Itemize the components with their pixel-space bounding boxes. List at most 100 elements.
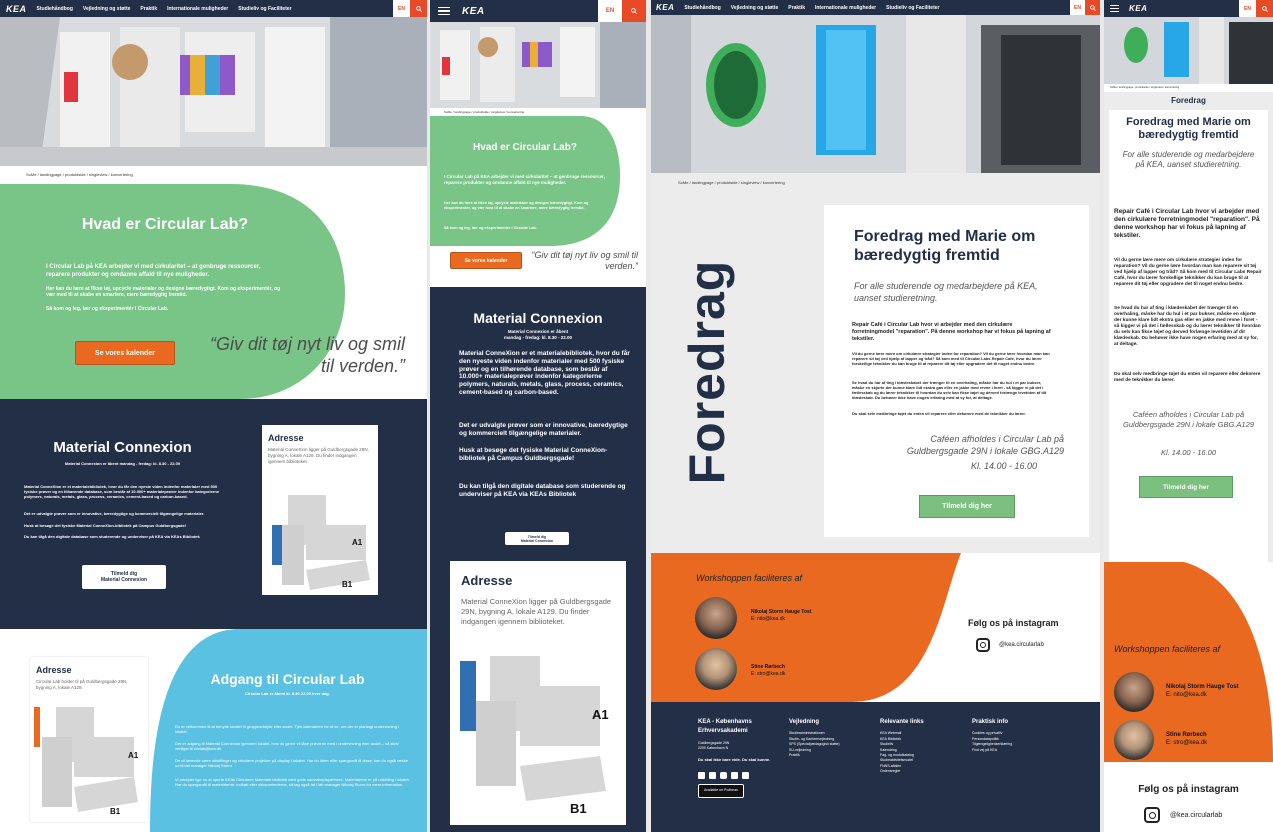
- person-email-nikolaj[interactable]: E: nito@kea.dk: [751, 616, 785, 622]
- nav-praktik-2[interactable]: Praktik: [788, 5, 805, 11]
- nav-internationale-2[interactable]: Internationale muligheder: [815, 5, 876, 11]
- person-email-stine[interactable]: E: stro@kea.dk: [751, 671, 785, 677]
- linkedin-icon[interactable]: [709, 771, 716, 779]
- kea-logo[interactable]: KEA: [6, 4, 27, 14]
- nav-studiehaandbog-2[interactable]: Studiehåndbog: [684, 5, 720, 11]
- kea-logo-foredrag-mobile[interactable]: KEA: [1129, 4, 1147, 13]
- adgang-section: Adresse Circular Lab holder til på Guldb…: [0, 629, 427, 832]
- instagram-icon[interactable]: [976, 638, 990, 652]
- language-toggle-foredrag[interactable]: EN: [1070, 0, 1085, 15]
- person-photo-nikolaj: [695, 597, 737, 639]
- workshop-heading: Workshoppen faciliteres af: [696, 573, 803, 583]
- twitter-icon[interactable]: [731, 771, 738, 779]
- breadcrumb-mobile[interactable]: SoMe / landingpage / produktside / singl…: [444, 110, 524, 114]
- kea-logo-foredrag[interactable]: KEA: [656, 3, 674, 12]
- person-email-stine-mobile[interactable]: E: stro@kea.dk: [1166, 740, 1207, 746]
- foredrag-title: Foredrag med Marie om bæredygtig fremtid: [854, 228, 1036, 265]
- adresse-cl-text: Circular Lab holder til på Guldbergsgade…: [36, 679, 128, 690]
- foredrag-subtitle-mobile: For alle studerende og medarbejdere på K…: [1122, 150, 1255, 170]
- nav-praktik[interactable]: Praktik: [140, 6, 157, 12]
- workshop-section: Workshoppen faciliteres af Nikolaj Storm…: [651, 553, 1100, 702]
- foredrag-section: SoMe / landingpage / produktside / singl…: [651, 173, 1100, 553]
- search-button-foredrag[interactable]: [1085, 0, 1100, 15]
- search-button-foredrag-mobile[interactable]: [1256, 0, 1273, 17]
- youtube-icon[interactable]: [742, 771, 749, 779]
- footer-org: KEA - Københavns Erhvervsakademi Guldber…: [698, 718, 778, 798]
- circular-p1-mobile: I Circular Lab på KEA arbejder vi med ci…: [444, 174, 605, 185]
- circular-p3-mobile: Så kom og leg, lær og eksperimentér i Ci…: [444, 226, 537, 230]
- footer-col-vejledning: Vejledning Studieadministrationen Studie…: [789, 718, 869, 758]
- circular-title-mobile: Hvad er Circular Lab?: [473, 142, 577, 153]
- svg-text:A1: A1: [352, 538, 363, 547]
- foredrag-p3-mobile: Du skal selv medbringe tøjet du enten vi…: [1114, 372, 1261, 383]
- instagram-handle-mobile[interactable]: @kea.circularlab: [1170, 812, 1222, 819]
- circular-quote: “Giv dit tøj nyt liv og smil til verden.…: [209, 334, 405, 376]
- nav-studieliv-2[interactable]: Studieliv og Faciliteter: [886, 5, 939, 11]
- foredrag-title-mobile: Foredrag med Marie om bæredygtig fremtid: [1126, 116, 1251, 142]
- signup-button[interactable]: Tilmeld dig her: [919, 495, 1015, 518]
- nav-vejledning[interactable]: Vejledning og støtte: [83, 6, 131, 12]
- hero-image: [0, 17, 427, 166]
- adgang-p3: De vil løbende være udstillinger og cirk…: [175, 758, 408, 768]
- signup-button-mobile[interactable]: Tilmeld dig her: [1139, 476, 1233, 498]
- facebook-icon[interactable]: [698, 771, 705, 779]
- breadcrumb-foredrag-mobile[interactable]: SoMe / landingpage / produktside / singl…: [1110, 86, 1179, 89]
- breadcrumb-foredrag[interactable]: SoMe / landingpage / produktside / singl…: [678, 180, 785, 185]
- foredrag-p1: Vil du gerne lære mere om cirkulære stra…: [852, 351, 1050, 366]
- circular-section: Hvad er Circular Lab? I Circular Lab på …: [0, 184, 427, 399]
- breadcrumb[interactable]: SoMe / landingpage / produktside / singl…: [26, 172, 133, 177]
- person-email-nikolaj-mobile[interactable]: E: nito@kea.dk: [1166, 692, 1207, 698]
- material-samples-photo: [0, 17, 427, 166]
- footer-link[interactable]: Ordensregler: [880, 769, 960, 774]
- instagram-handle[interactable]: @kea.circularlab: [999, 642, 1044, 648]
- hamburger-icon[interactable]: [438, 5, 450, 18]
- adresse-card: Adresse Material ConneXion ligger på Gul…: [262, 425, 378, 595]
- nav-studieliv[interactable]: Studieliv og Faciliteter: [238, 6, 291, 12]
- connexion-signup-button-mobile[interactable]: Tilmeld dig Material Connexion: [505, 532, 569, 545]
- language-toggle[interactable]: EN: [393, 0, 410, 17]
- nav-studiehaandbog[interactable]: Studiehåndbog: [37, 6, 73, 12]
- connexion-p3: Husk at besøge det fysiske Material Conn…: [24, 523, 187, 528]
- see-calendar-button-mobile[interactable]: Se vores kalender: [450, 252, 522, 269]
- person-name-nikolaj-mobile: Nikolaj Storm Hauge Tost: [1166, 684, 1239, 690]
- circular-p2-mobile: Her kan du lære at fikse tøj, upcycle ma…: [444, 201, 589, 210]
- connexion-signup-line2-mobile: Material Connexion: [520, 538, 554, 543]
- connexion-title-mobile: Material Connexion: [473, 310, 603, 326]
- svg-text:B1: B1: [342, 580, 353, 589]
- foredrag-p3: Du skal selv medbringe tøjet du enten vi…: [852, 411, 1026, 416]
- nav-internationale[interactable]: Internationale muligheder: [167, 6, 228, 12]
- foredrag-time: Kl. 14.00 - 16.00: [970, 461, 1037, 471]
- language-toggle-foredrag-mobile[interactable]: EN: [1239, 0, 1256, 17]
- adresse-cl-title: Adresse: [36, 665, 72, 675]
- connexion-signup-button[interactable]: Tilmeld dig Material Connexion: [82, 565, 166, 589]
- search-button[interactable]: [410, 0, 427, 17]
- material-samples-photo: [430, 22, 646, 108]
- foredrag-mobile: KEA EN SoMe / landingpage / produktside …: [1104, 0, 1273, 832]
- nav-vejledning-2[interactable]: Vejledning og støtte: [731, 5, 779, 11]
- footer-link[interactable]: Find vej på KEA: [972, 748, 1052, 753]
- footer-org-name: KEA - Københavns Erhvervsakademi: [698, 719, 752, 735]
- top-navigation-foredrag-mobile: KEA EN: [1104, 0, 1273, 17]
- foredrag-section-mobile: Foredrag Foredrag med Marie om bæredygti…: [1104, 92, 1273, 562]
- footer-col-title-2: Praktisk info: [972, 719, 1009, 725]
- podbean-badge[interactable]: Available on Podbean: [698, 783, 744, 798]
- instagram-footer-icon[interactable]: [720, 771, 727, 779]
- person-name-stine: Stine Rørbech: [751, 664, 785, 670]
- circular-section-mobile: Hvad er Circular Lab? I Circular Lab på …: [430, 116, 646, 287]
- adgang-p1: Du er velkommen til at benytte lokalet t…: [175, 724, 399, 734]
- language-toggle-mobile[interactable]: EN: [598, 0, 622, 22]
- footer-address2: 2200 København N: [698, 746, 729, 751]
- connexion-p1-mobile: Material ConneXion er et materialebiblio…: [459, 350, 630, 396]
- foredrag-card-mobile: Foredrag med Marie om bæredygtig fremtid…: [1109, 110, 1268, 562]
- foredrag-p2: Se hvad du har af ting i klædeskabet der…: [852, 380, 1047, 400]
- search-button-mobile[interactable]: [622, 0, 646, 22]
- foredrag-desktop: KEA Studiehåndbog Vejledning og støtte P…: [651, 0, 1100, 832]
- connexion-hours: Material Connexion er åbent mandag - fre…: [64, 461, 181, 466]
- instagram-icon[interactable]: [1144, 807, 1160, 823]
- hamburger-icon[interactable]: [1110, 4, 1119, 14]
- see-calendar-button[interactable]: Se vores kalender: [75, 341, 175, 365]
- connexion-p4-mobile: Du kan tilgå den digitale database som s…: [459, 483, 626, 498]
- kea-logo-mobile[interactable]: KEA: [462, 6, 485, 17]
- footer-link[interactable]: Praktik: [789, 753, 869, 758]
- connexion-section-mobile: Material Connexion Material Connexion er…: [430, 287, 646, 832]
